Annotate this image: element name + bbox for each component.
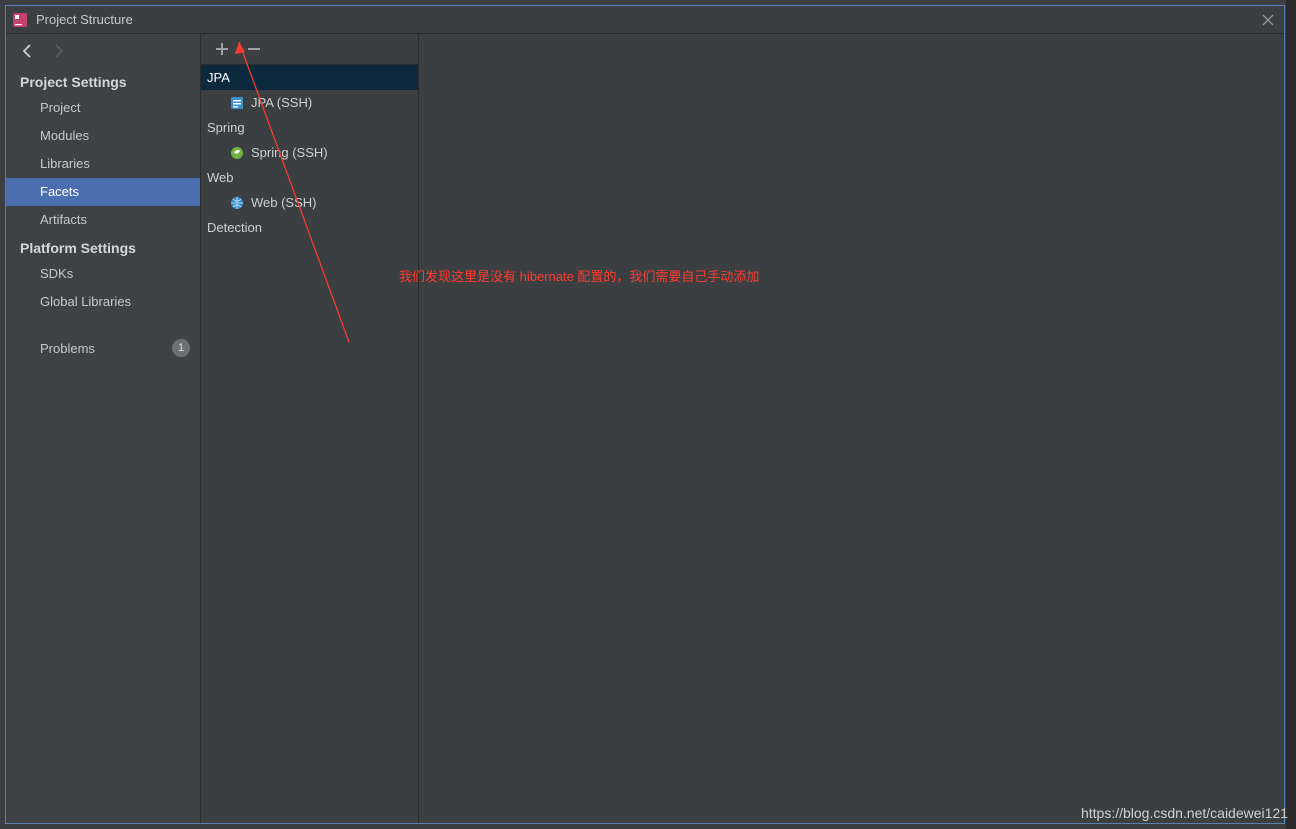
- window-title: Project Structure: [36, 12, 133, 27]
- app-icon: [12, 12, 28, 28]
- tree-group-label: Spring: [207, 120, 245, 135]
- tree-item-label: Spring (SSH): [251, 145, 328, 160]
- tree-group-jpa[interactable]: JPA: [201, 65, 418, 90]
- facets-list-panel: JPA JPA (SSH) Spring Spring (SSH): [201, 34, 419, 823]
- nav-modules[interactable]: Modules: [6, 122, 200, 150]
- project-structure-dialog: Project Structure Project Settings Proje…: [5, 5, 1285, 824]
- facet-detail-panel: 我们发现这里是没有 hibernate 配置的，我们需要自己手动添加: [419, 34, 1284, 823]
- titlebar: Project Structure: [6, 6, 1284, 34]
- add-facet-button[interactable]: [213, 40, 231, 58]
- annotation-text: 我们发现这里是没有 hibernate 配置的，我们需要自己手动添加: [399, 266, 759, 285]
- tree-group-spring[interactable]: Spring: [201, 115, 418, 140]
- dialog-body: Project Settings Project Modules Librari…: [6, 34, 1284, 823]
- forward-icon: [50, 43, 66, 59]
- sidebar: Project Settings Project Modules Librari…: [6, 34, 201, 823]
- tree-group-label: Web: [207, 170, 234, 185]
- tree-item-web-ssh[interactable]: Web (SSH): [201, 190, 418, 215]
- tree-item-label: JPA (SSH): [251, 95, 312, 110]
- tree-group-web[interactable]: Web: [201, 165, 418, 190]
- back-icon[interactable]: [20, 43, 36, 59]
- section-project-settings: Project Settings: [6, 68, 200, 94]
- nav-history: [6, 34, 200, 68]
- facets-toolbar: [201, 34, 418, 65]
- nav-project[interactable]: Project: [6, 94, 200, 122]
- nav-artifacts[interactable]: Artifacts: [6, 206, 200, 234]
- spring-icon: [229, 145, 245, 161]
- problems-count-badge: 1: [172, 339, 190, 357]
- close-button[interactable]: [1258, 10, 1278, 30]
- tree-detection[interactable]: Detection: [201, 215, 418, 240]
- web-icon: [229, 195, 245, 211]
- remove-facet-button[interactable]: [245, 40, 263, 58]
- tree-detection-label: Detection: [207, 220, 262, 235]
- nav-problems[interactable]: Problems 1: [6, 334, 200, 362]
- background-editor-strip: [1286, 0, 1296, 829]
- nav-libraries[interactable]: Libraries: [6, 150, 200, 178]
- problems-label: Problems: [40, 341, 95, 356]
- tree-item-spring-ssh[interactable]: Spring (SSH): [201, 140, 418, 165]
- nav-sdks[interactable]: SDKs: [6, 260, 200, 288]
- nav-global-libraries[interactable]: Global Libraries: [6, 288, 200, 316]
- section-platform-settings: Platform Settings: [6, 234, 200, 260]
- facets-tree: JPA JPA (SSH) Spring Spring (SSH): [201, 65, 418, 240]
- tree-item-label: Web (SSH): [251, 195, 317, 210]
- nav-facets[interactable]: Facets: [6, 178, 200, 206]
- jpa-icon: [229, 95, 245, 111]
- tree-group-label: JPA: [207, 70, 230, 85]
- tree-item-jpa-ssh[interactable]: JPA (SSH): [201, 90, 418, 115]
